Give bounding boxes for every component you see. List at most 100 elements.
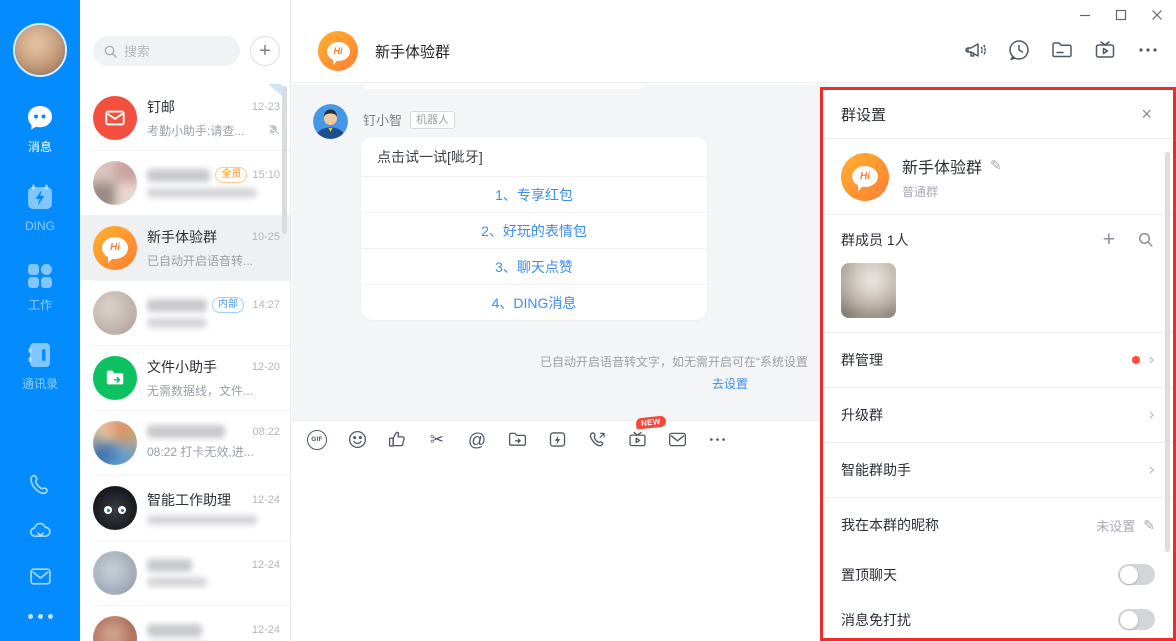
conversation-file-helper[interactable]: 文件小助手12-20 无需数据线，文件...	[80, 345, 290, 410]
conversation-preview: 08:22 打卡无效,进...	[147, 443, 254, 460]
go-to-settings-link[interactable]: 去设置	[712, 375, 748, 392]
add-member-icon[interactable]: +	[1103, 232, 1115, 248]
conversation-newbie-group[interactable]: Hi 新手体验群10-25 已自动开启语音转...	[80, 215, 290, 280]
emoji-icon[interactable]	[346, 429, 368, 451]
phone-icon[interactable]	[28, 472, 53, 497]
dingtalk-window: 消息 DING 工作 通讯录	[0, 0, 1176, 641]
nav-work[interactable]: 工作	[0, 261, 80, 314]
chat-title: 新手体验群	[375, 41, 450, 62]
screenshot-scissors-icon[interactable]: ✂	[426, 429, 448, 451]
cloud-icon[interactable]	[28, 518, 53, 543]
group-settings-panel: 群设置 × Hi 新手体验群 ✎ 普通群 群成员 1人 +	[820, 87, 1176, 641]
email-icon[interactable]	[666, 429, 688, 451]
chat-avatar: Hi	[318, 31, 358, 71]
nav-contacts[interactable]: 通讯录	[0, 340, 80, 393]
group-management-row[interactable]: 群管理 ›	[823, 332, 1173, 387]
blurred-title	[147, 425, 225, 438]
card-option-3[interactable]: 3、聊天点赞	[361, 248, 707, 284]
blurred-preview	[147, 318, 207, 328]
conversation-blurred-4[interactable]: 12-24	[80, 540, 290, 605]
panel-title: 群设置	[841, 104, 886, 125]
chat-history-icon[interactable]	[1007, 38, 1031, 62]
edit-group-name-icon[interactable]: ✎	[990, 157, 1002, 174]
mute-notifications-row: 消息免打扰	[823, 597, 1173, 641]
more-icon[interactable]	[28, 614, 53, 625]
search-bar[interactable]	[93, 36, 240, 66]
conversation-preview: 已自动开启语音转...	[147, 252, 253, 269]
chat-header-actions	[964, 38, 1160, 62]
window-controls	[1078, 8, 1164, 22]
panel-scrollbar[interactable]	[1165, 152, 1170, 552]
sender-name: 钉小智	[363, 110, 402, 129]
chevron-right-icon: ›	[1148, 407, 1155, 424]
search-member-icon[interactable]	[1137, 231, 1155, 249]
conversation-ai-assistant[interactable]: 智能工作助理12-24	[80, 475, 290, 540]
conversation-dingmail[interactable]: 钉邮12-23 考勤小助手:请查...	[80, 85, 290, 150]
blurred-preview	[147, 577, 207, 587]
folder-icon[interactable]	[1050, 38, 1074, 62]
all-members-badge: 全员	[215, 167, 247, 183]
gif-icon[interactable]: GIF	[306, 429, 328, 451]
file-helper-avatar	[93, 356, 137, 400]
edit-nickname-icon[interactable]: ✎	[1143, 517, 1155, 534]
close-button[interactable]	[1150, 8, 1164, 22]
newbie-group-avatar: Hi	[93, 226, 137, 270]
nav-messages[interactable]: 消息	[0, 103, 80, 156]
add-button[interactable]: +	[250, 36, 280, 66]
muted-bell-icon	[267, 124, 280, 137]
my-nickname-row[interactable]: 我在本群的昵称 未设置✎	[823, 497, 1173, 552]
nav-rail: 消息 DING 工作 通讯录	[0, 0, 80, 641]
nav-ding[interactable]: DING	[0, 182, 80, 235]
new-badge: NEW	[636, 415, 667, 429]
conversation-time: 15:10	[252, 169, 280, 181]
robot-tag: 机器人	[410, 111, 455, 129]
card-option-2[interactable]: 2、好玩的表情包	[361, 212, 707, 248]
search-input[interactable]	[124, 44, 230, 59]
blurred-title	[147, 559, 192, 572]
video-conference-icon[interactable]: NEW	[626, 429, 648, 451]
announcement-icon[interactable]	[964, 38, 988, 62]
message-card-lead: 点击试一试[呲牙]	[361, 137, 707, 176]
ding-message-icon[interactable]	[546, 429, 568, 451]
nav-rail-bottom	[28, 472, 53, 625]
maximize-button[interactable]	[1114, 8, 1128, 22]
work-grid-icon	[25, 261, 55, 291]
call-icon[interactable]	[586, 429, 608, 451]
blurred-title	[147, 169, 210, 182]
conversation-blurred-3[interactable]: 08:22 08:22 打卡无效,进...	[80, 410, 290, 475]
blurred-avatar	[93, 421, 137, 465]
smart-group-assistant-row[interactable]: 智能群助手 ›	[823, 442, 1173, 497]
chat-header: Hi 新手体验群	[292, 0, 1176, 83]
mute-notifications-toggle[interactable]	[1118, 609, 1155, 630]
minimize-button[interactable]	[1078, 8, 1092, 22]
blurred-avatar	[93, 616, 137, 641]
mail-icon[interactable]	[28, 564, 53, 589]
sender-avatar[interactable]	[313, 104, 348, 139]
list-scrollbar[interactable]	[282, 86, 287, 234]
upgrade-group-row[interactable]: 升级群 ›	[823, 387, 1173, 442]
conversation-list: + 钉邮12-23 考勤小助手:请查...	[80, 0, 291, 641]
panel-close-icon[interactable]: ×	[1141, 105, 1152, 123]
toolbar-more-icon[interactable]	[706, 429, 728, 451]
mention-icon[interactable]: @	[466, 429, 488, 451]
thumbs-up-icon[interactable]	[386, 429, 408, 451]
blurred-preview	[147, 515, 257, 525]
more-actions-icon[interactable]	[1136, 38, 1160, 62]
conversation-time: 14:27	[252, 299, 280, 311]
conversation-title: 智能工作助理	[147, 490, 231, 510]
member-avatar[interactable]	[841, 263, 896, 318]
my-avatar[interactable]	[13, 23, 67, 77]
conversation-blurred-2[interactable]: 内部 14:27	[80, 280, 290, 345]
card-option-4[interactable]: 4、DING消息	[361, 284, 707, 320]
blurred-title	[147, 299, 207, 312]
search-icon	[103, 44, 118, 59]
blurred-avatar	[93, 551, 137, 595]
conversation-blurred-1[interactable]: 全员 15:10	[80, 150, 290, 215]
list-corner-wedge	[268, 84, 282, 96]
pin-chat-row: 置顶聊天	[823, 552, 1173, 597]
video-icon[interactable]	[1093, 38, 1117, 62]
pin-chat-toggle[interactable]	[1118, 564, 1155, 585]
send-file-icon[interactable]	[506, 429, 528, 451]
conversation-blurred-5[interactable]: 12-24	[80, 605, 290, 641]
card-option-1[interactable]: 1、专享红包	[361, 176, 707, 212]
